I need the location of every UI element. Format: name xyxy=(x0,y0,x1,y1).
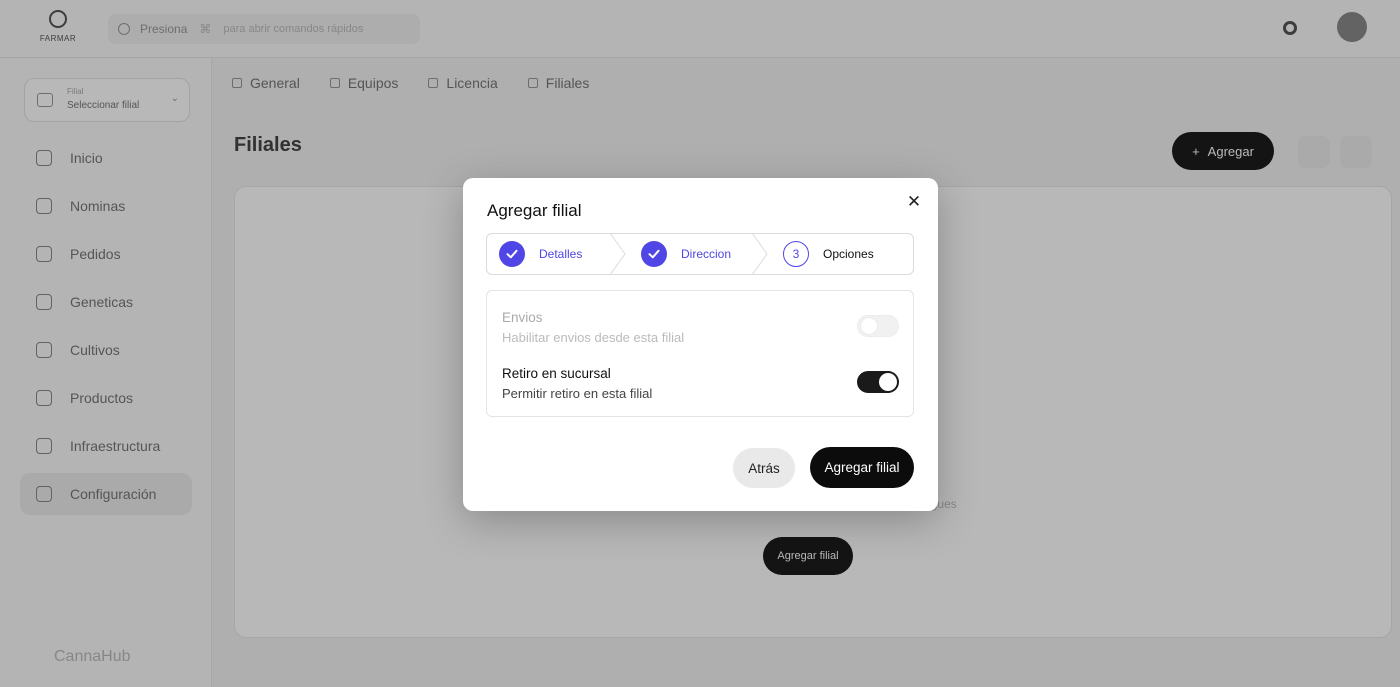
branch-options-card: Envios Habilitar envios desde esta filia… xyxy=(486,290,914,417)
step-label: Detalles xyxy=(539,247,583,261)
close-icon: ✕ xyxy=(906,192,922,211)
step-number: 3 xyxy=(783,241,809,267)
step-divider xyxy=(610,234,626,274)
check-icon xyxy=(641,241,667,267)
step-label: Opciones xyxy=(823,247,874,261)
option-title: Envios xyxy=(502,310,543,325)
toggle-knob xyxy=(879,373,897,391)
step-label: Direccion xyxy=(681,247,732,261)
option-description: Permitir retiro en esta filial xyxy=(502,386,653,401)
step-direccion[interactable]: Direccion xyxy=(641,234,731,274)
stepper: Detalles Direccion 3 Opciones xyxy=(486,233,914,275)
add-branch-dialog: Agregar filial ✕ Detalles Direccion 3 Op… xyxy=(463,178,938,511)
check-icon xyxy=(499,241,525,267)
back-button[interactable]: Atrás xyxy=(733,448,795,488)
shipping-toggle[interactable] xyxy=(857,315,899,337)
step-detalles[interactable]: Detalles xyxy=(499,234,582,274)
pickup-toggle[interactable] xyxy=(857,371,899,393)
step-divider xyxy=(752,234,768,274)
option-title: Retiro en sucursal xyxy=(502,366,611,381)
submit-button[interactable]: Agregar filial xyxy=(810,447,914,488)
close-button[interactable]: ✕ xyxy=(904,192,924,212)
dialog-title: Agregar filial xyxy=(487,201,582,220)
step-opciones[interactable]: 3 Opciones xyxy=(783,234,874,274)
option-description: Habilitar envios desde esta filial xyxy=(502,330,685,345)
toggle-knob xyxy=(860,317,878,335)
